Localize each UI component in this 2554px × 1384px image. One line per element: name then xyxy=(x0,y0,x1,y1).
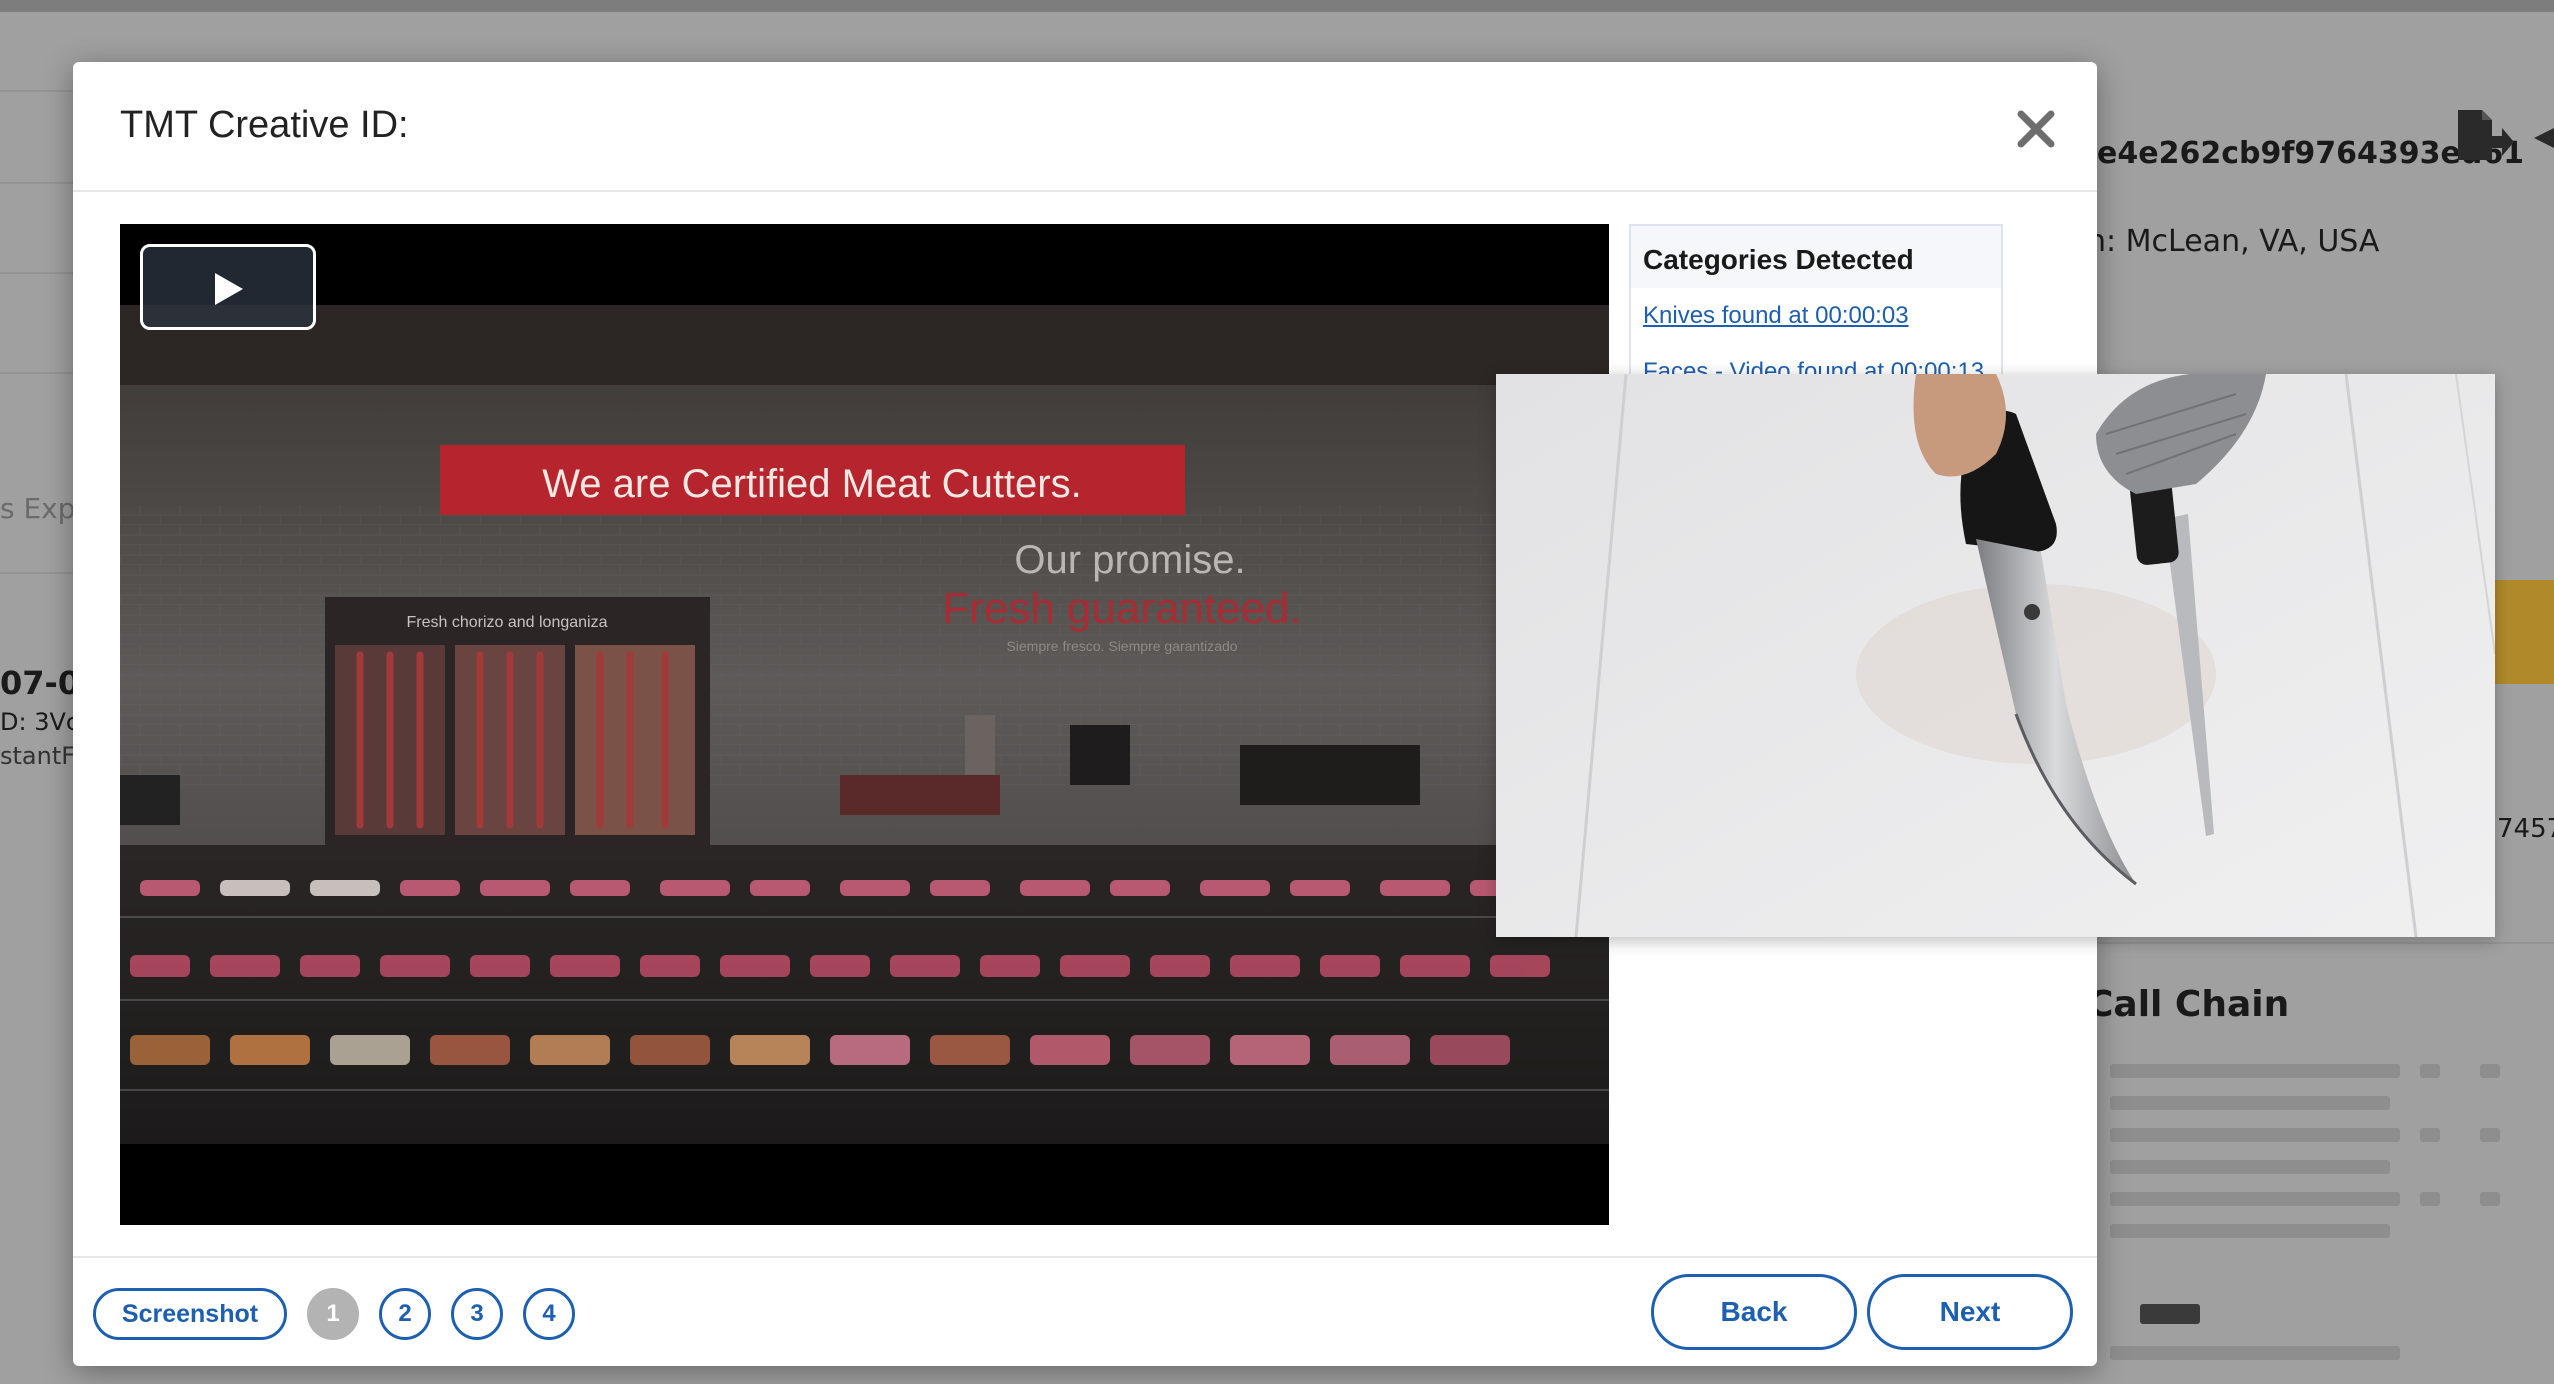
knife-detection-image xyxy=(1496,374,2495,937)
page-4-button[interactable]: 4 xyxy=(523,1288,575,1340)
scene-promise-line2: Fresh guaranteed. xyxy=(942,584,1302,633)
scene-case-label: Fresh chorizo and longaniza xyxy=(406,614,607,631)
background-divider xyxy=(2097,942,2554,944)
background-fragment: stantF xyxy=(0,742,76,770)
video-frame: We are Certified Meat Cutters. Our promi… xyxy=(120,305,1609,1144)
screenshot-button[interactable]: Screenshot xyxy=(93,1288,287,1340)
background-section-title: Call Chain xyxy=(2087,984,2290,1025)
scene-promise-line1: Our promise. xyxy=(1014,538,1245,582)
page-1-button[interactable]: 1 xyxy=(307,1288,359,1340)
background-location: n: McLean, VA, USA xyxy=(2087,224,2380,259)
background-accent-block xyxy=(2492,580,2554,684)
export-icon[interactable] xyxy=(2454,108,2514,168)
modal-footer: Screenshot 1 2 3 4 Back Next xyxy=(73,1256,2097,1368)
background-divider xyxy=(0,90,73,92)
background-number: 7457 xyxy=(2497,814,2554,844)
arrow-left-icon[interactable] xyxy=(2530,126,2554,154)
scene-promise-sub: Siempre fresco. Siempre garantizado xyxy=(1006,638,1237,654)
background-fragment: D: 3Vc xyxy=(0,708,80,736)
background-fragment: 07-0 xyxy=(0,664,81,702)
close-button[interactable] xyxy=(2009,102,2063,156)
background-topbar xyxy=(0,0,2554,12)
modal-title: TMT Creative ID: xyxy=(120,104,409,146)
background-divider xyxy=(0,572,73,574)
category-link-knives[interactable]: Knives found at 00:00:03 xyxy=(1631,302,2001,330)
page-3-button[interactable]: 3 xyxy=(451,1288,503,1340)
background-divider xyxy=(0,272,73,274)
back-button[interactable]: Back xyxy=(1651,1274,1857,1350)
categories-heading: Categories Detected xyxy=(1631,226,2001,288)
play-button[interactable] xyxy=(140,244,316,330)
next-button[interactable]: Next xyxy=(1867,1274,2073,1350)
modal-header: TMT Creative ID: xyxy=(73,62,2097,192)
scene-sign-text: We are Certified Meat Cutters. xyxy=(542,462,1081,506)
video-still-image: We are Certified Meat Cutters. Our promi… xyxy=(120,305,1609,1144)
video-player[interactable]: We are Certified Meat Cutters. Our promi… xyxy=(120,224,1609,1225)
page-2-button[interactable]: 2 xyxy=(379,1288,431,1340)
play-icon xyxy=(215,273,243,305)
close-icon xyxy=(2017,110,2055,148)
background-fragment: s Exp xyxy=(0,492,76,525)
background-divider xyxy=(0,182,73,184)
detection-screenshot-popup xyxy=(1496,374,2495,937)
background-divider xyxy=(0,372,73,374)
